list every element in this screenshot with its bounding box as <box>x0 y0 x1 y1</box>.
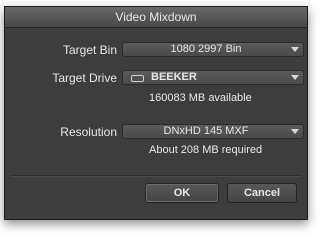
chevron-down-icon <box>291 75 299 80</box>
ok-button[interactable]: OK <box>145 183 219 203</box>
target-drive-label: Target Drive <box>52 71 117 85</box>
button-separator <box>11 175 301 177</box>
drive-available-text: 160083 MB available <box>149 92 252 104</box>
target-bin-dropdown[interactable]: 1080 2997 Bin <box>122 42 304 57</box>
target-bin-label: Target Bin <box>62 43 117 57</box>
drive-icon <box>131 75 144 82</box>
resolution-dropdown[interactable]: DNxHD 145 MXF <box>122 124 304 139</box>
target-bin-value: 1080 2997 Bin <box>170 43 242 55</box>
target-drive-value: BEEKER <box>151 71 197 83</box>
resolution-label: Resolution <box>60 125 117 139</box>
chevron-down-icon <box>291 129 299 134</box>
target-drive-dropdown[interactable]: BEEKER <box>122 70 304 85</box>
chevron-down-icon <box>291 47 299 52</box>
resolution-value: DNxHD 145 MXF <box>163 125 249 137</box>
dialog-title: Video Mixdown <box>5 7 307 28</box>
required-size-text: About 208 MB required <box>149 144 263 156</box>
cancel-button[interactable]: Cancel <box>227 183 297 203</box>
video-mixdown-dialog: Video Mixdown Target Bin 1080 2997 Bin T… <box>4 6 308 220</box>
